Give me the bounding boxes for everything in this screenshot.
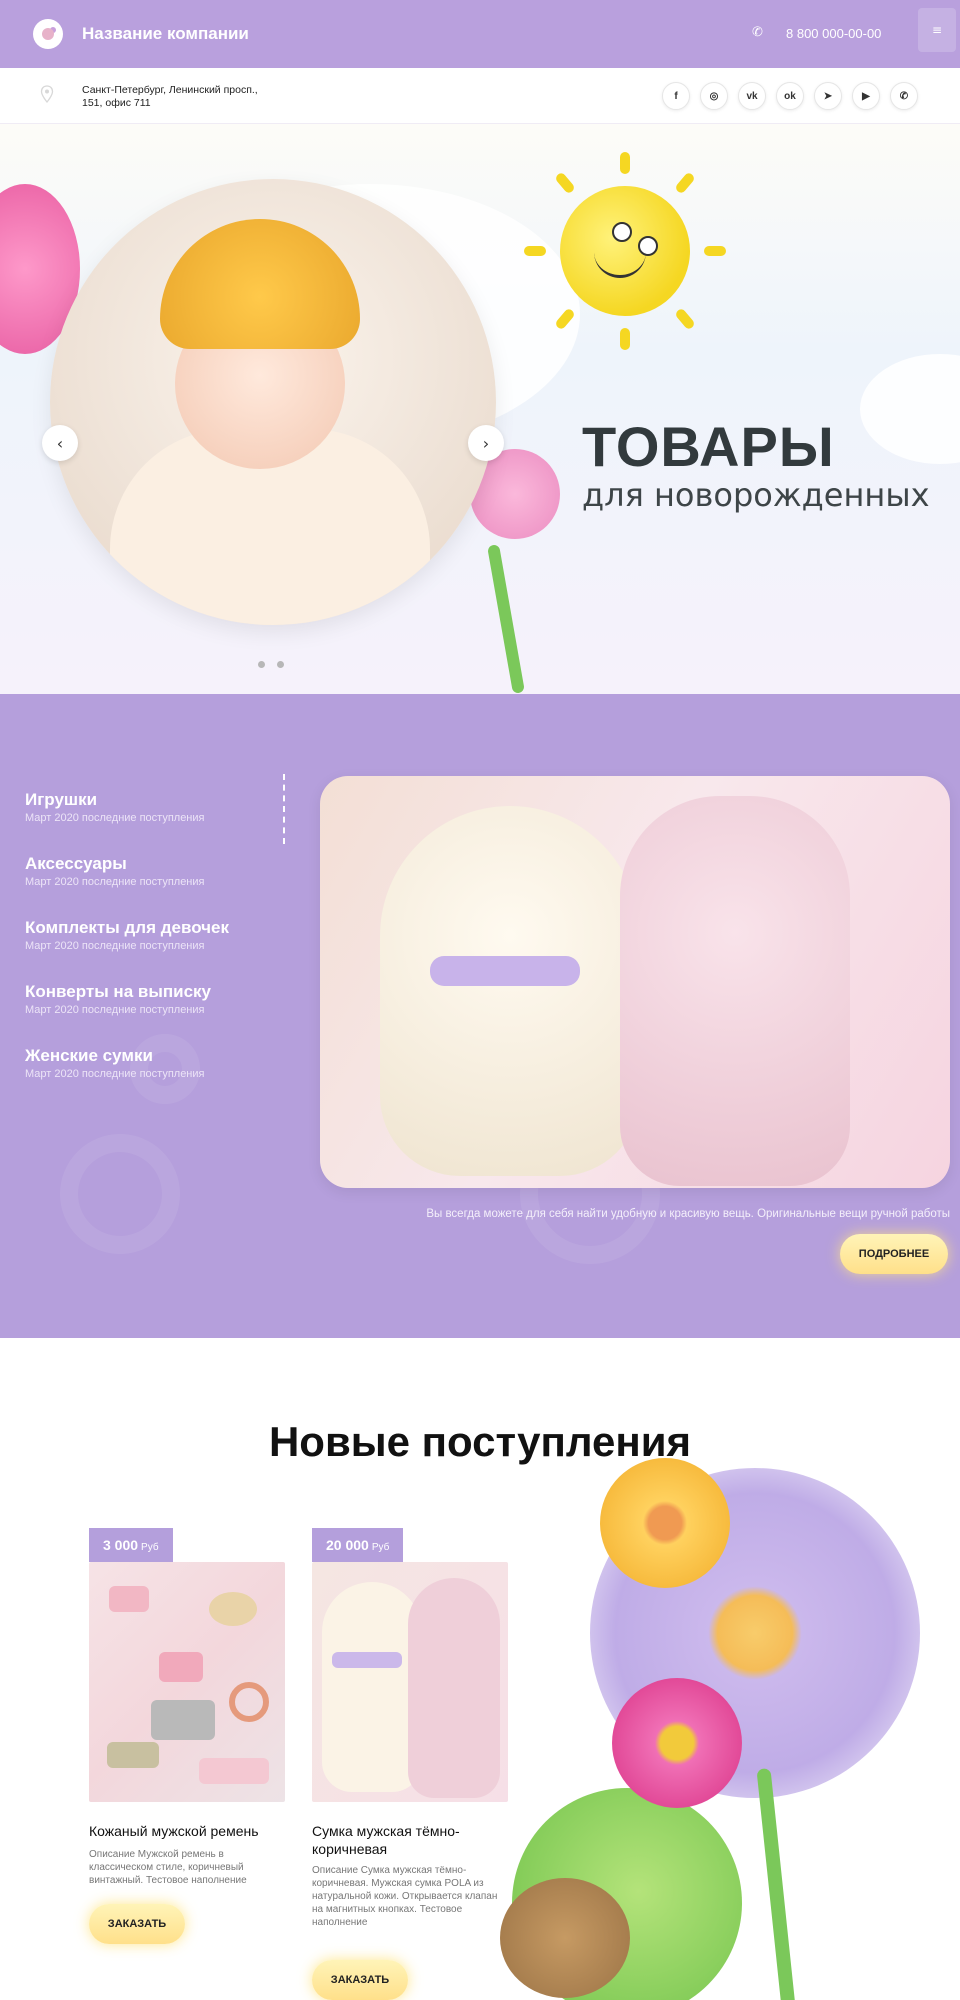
hero-title: ТОВАРЫ [582, 415, 835, 478]
category-item[interactable]: Аксессуары Март 2020 последние поступлен… [25, 854, 285, 888]
ribbon-decoration [430, 956, 580, 986]
slider-next-button[interactable]: › [468, 425, 504, 461]
accessory-item [209, 1592, 257, 1626]
product-title[interactable]: Кожаный мужской ремень [89, 1822, 285, 1840]
address-line-2: 151, офис 711 [82, 97, 151, 109]
bunny-toy-illustration [408, 1578, 500, 1798]
accessory-item [109, 1586, 149, 1612]
category-photo [320, 776, 950, 1188]
accessory-item [151, 1700, 215, 1740]
product-image[interactable] [312, 1562, 508, 1802]
price-value: 3 000 [103, 1537, 139, 1553]
stem-decoration [756, 1767, 798, 2000]
order-button[interactable]: ЗАКАЗАТЬ [312, 1960, 408, 2000]
teddy-bear-illustration [322, 1582, 422, 1792]
category-name[interactable]: Аксессуары [25, 854, 285, 874]
social-links: f ◎ vk ok ➤ ▶ ✆ [662, 82, 918, 110]
price-currency: Руб [371, 1542, 390, 1553]
price-currency: Руб [141, 1542, 159, 1553]
top-header: Название компании ✆ 8 800 000-00-00 ≡ [0, 0, 960, 68]
slider-dot[interactable] [277, 661, 284, 668]
category-item[interactable]: Женские сумки Март 2020 последние поступ… [25, 1046, 285, 1080]
ladybug-head [500, 1878, 630, 1998]
company-name[interactable]: Название компании [82, 24, 249, 44]
teddy-bear-illustration [380, 806, 640, 1176]
instagram-icon[interactable]: ◎ [700, 82, 728, 110]
slider-dots [258, 661, 284, 668]
sun-ray [524, 246, 546, 256]
company-address: Санкт-Петербург, Ленинский просп., 151, … [82, 84, 302, 110]
category-item[interactable]: Комплекты для девочек Март 2020 последни… [25, 918, 285, 952]
category-subtitle: Март 2020 последние поступления [25, 1068, 205, 1080]
category-item[interactable]: Игрушки Март 2020 последние поступления [25, 790, 285, 824]
accessory-item [199, 1758, 269, 1784]
price-value: 20 000 [326, 1537, 369, 1553]
category-list: Игрушки Март 2020 последние поступления … [25, 790, 285, 1110]
product-title[interactable]: Сумка мужская тёмно-коричневая [312, 1822, 508, 1858]
category-name[interactable]: Комплекты для девочек [25, 918, 285, 938]
giraffe-hat [160, 219, 360, 349]
accessory-item [107, 1742, 159, 1768]
hero-slide-image[interactable] [50, 179, 496, 625]
hero-slider: ‹ › ТОВАРЫ для новорожденных [0, 124, 960, 694]
sun-smile [594, 252, 646, 278]
vk-icon[interactable]: vk [738, 82, 766, 110]
category-description: Вы всегда можете для себя найти удобную … [426, 1208, 950, 1220]
section-title: Новые поступления [268, 1418, 692, 1465]
background-decoration [60, 1134, 180, 1254]
ribbon-decoration [332, 1652, 402, 1668]
category-name[interactable]: Конверты на выписку [25, 982, 285, 1002]
category-section: Игрушки Март 2020 последние поступления … [0, 694, 960, 1338]
category-subtitle: Март 2020 последние поступления [25, 940, 205, 952]
sun-ray [554, 171, 576, 195]
logo-mark [42, 28, 54, 40]
accessory-item [159, 1652, 203, 1682]
whatsapp-icon[interactable]: ✆ [890, 82, 918, 110]
youtube-icon[interactable]: ▶ [852, 82, 880, 110]
sun-ray [620, 152, 630, 174]
category-subtitle: Март 2020 последние поступления [25, 812, 205, 824]
order-button[interactable]: ЗАКАЗАТЬ [89, 1904, 185, 1944]
slider-dot[interactable] [258, 661, 265, 668]
category-subtitle: Март 2020 последние поступления [25, 1004, 205, 1016]
phone-icon: ✆ [752, 25, 763, 40]
sun-ray [674, 307, 696, 331]
sun-ray [620, 328, 630, 350]
sun-illustration [524, 152, 726, 350]
company-logo[interactable] [33, 19, 63, 49]
product-description: Описание Сумка мужская тёмно-коричневая.… [312, 1865, 498, 1928]
category-subtitle: Март 2020 последние поступления [25, 876, 205, 888]
flower-decoration [600, 1458, 730, 1588]
new-arrivals-section: Новые поступления 3 000 Руб Кожаный мужск… [0, 1338, 960, 2000]
bunny-toy-illustration [620, 796, 850, 1186]
slider-prev-button[interactable]: ‹ [42, 425, 78, 461]
address-bar: Санкт-Петербург, Ленинский просп., 151, … [0, 68, 960, 124]
product-description: Описание Мужской ремень в классическом с… [89, 1849, 247, 1886]
phone-number[interactable]: 8 800 000-00-00 [786, 26, 881, 41]
facebook-icon[interactable]: f [662, 82, 690, 110]
cloud-decoration [860, 354, 960, 464]
category-name[interactable]: Игрушки [25, 790, 285, 810]
telegram-icon[interactable]: ➤ [814, 82, 842, 110]
address-line-1: Санкт-Петербург, Ленинский просп., [82, 84, 258, 96]
sun-eye [612, 222, 632, 242]
odnoklassniki-icon[interactable]: ok [776, 82, 804, 110]
category-name[interactable]: Женские сумки [25, 1046, 285, 1066]
accessory-item [229, 1682, 269, 1722]
more-button[interactable]: ПОДРОБНЕЕ [840, 1234, 948, 1274]
hero-subtitle: для новорожденных [582, 476, 930, 514]
category-item[interactable]: Конверты на выписку Март 2020 последние … [25, 982, 285, 1016]
menu-button[interactable]: ≡ [918, 8, 956, 52]
location-pin-icon [40, 85, 54, 103]
price-badge: 20 000 Руб [312, 1528, 404, 1562]
sun-ray [674, 171, 696, 195]
sun-ray [704, 246, 726, 256]
stem-decoration [487, 544, 525, 694]
flower-decoration [612, 1678, 742, 1808]
product-image[interactable] [89, 1562, 285, 1802]
price-badge: 3 000 Руб [89, 1528, 173, 1562]
